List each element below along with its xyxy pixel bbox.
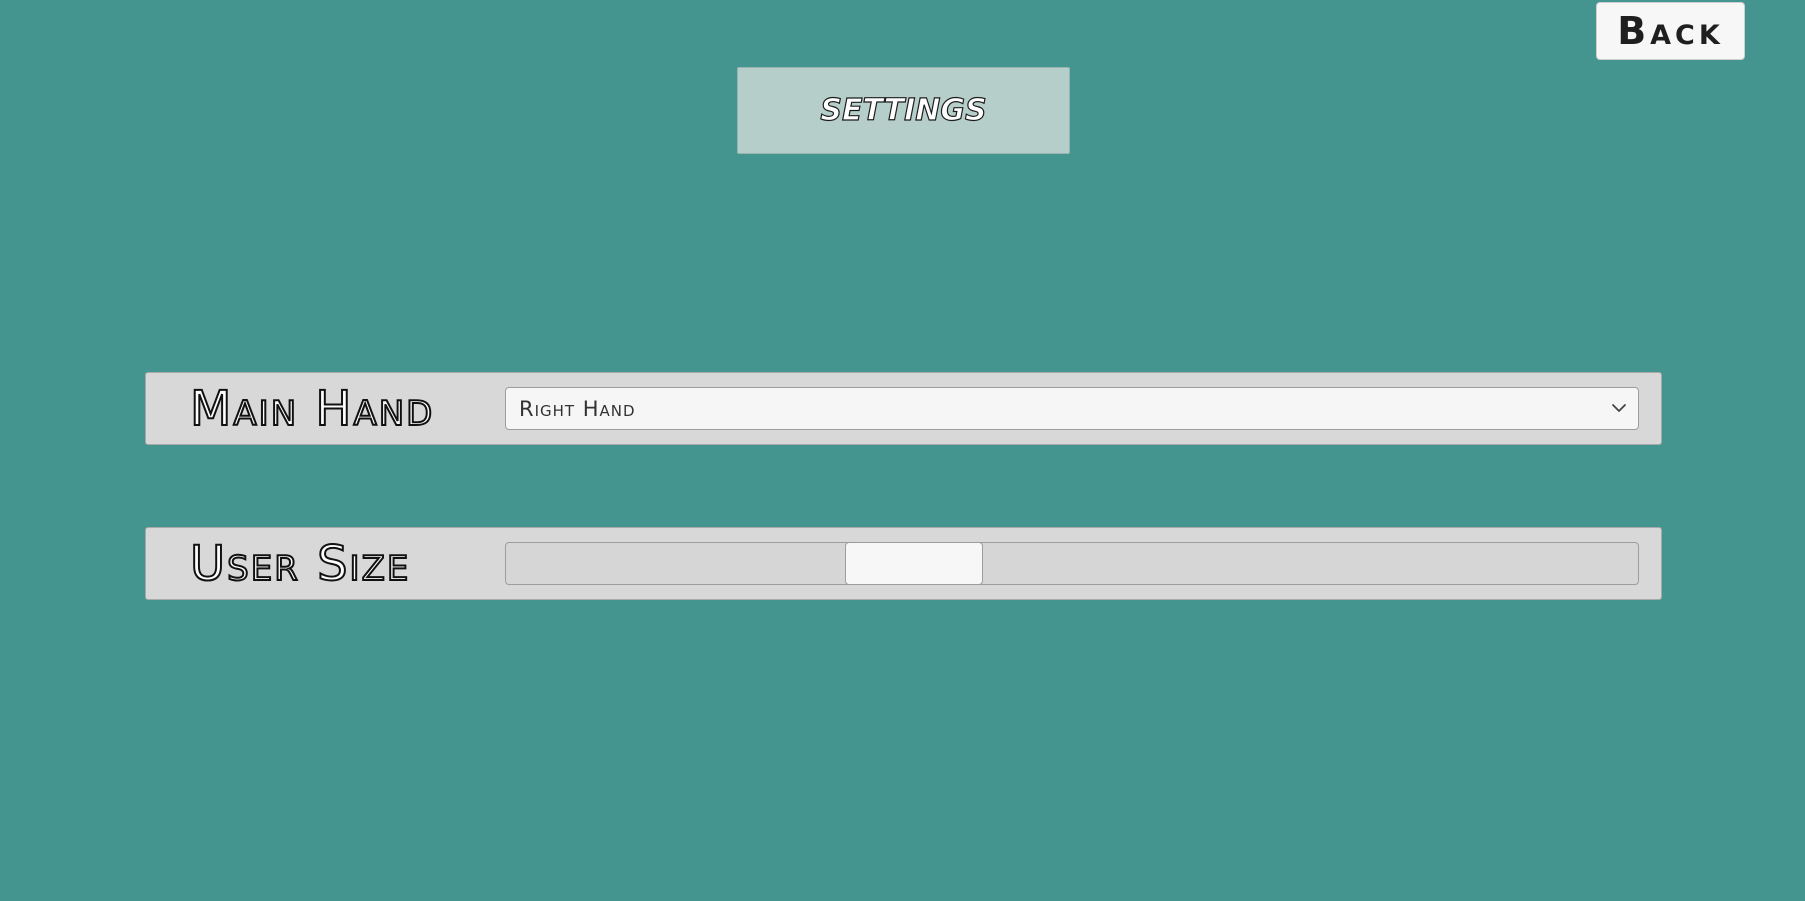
back-button[interactable]: Back (1596, 2, 1745, 60)
chevron-down-icon (1612, 404, 1626, 412)
user-size-label: User Size (189, 536, 411, 592)
user-size-row: User Size (145, 527, 1662, 600)
user-size-slider[interactable] (505, 542, 1639, 585)
page-title-panel: SETTINGS (737, 67, 1070, 154)
main-hand-row: Main Hand Right Hand (145, 372, 1662, 445)
slider-handle[interactable] (845, 542, 983, 585)
back-button-label: Back (1617, 9, 1724, 53)
page-title: SETTINGS (820, 92, 987, 128)
main-hand-selected-value: Right Hand (519, 396, 636, 421)
slider-track[interactable] (505, 542, 1639, 585)
main-hand-label: Main Hand (189, 381, 435, 437)
main-hand-dropdown[interactable]: Right Hand (505, 387, 1639, 430)
